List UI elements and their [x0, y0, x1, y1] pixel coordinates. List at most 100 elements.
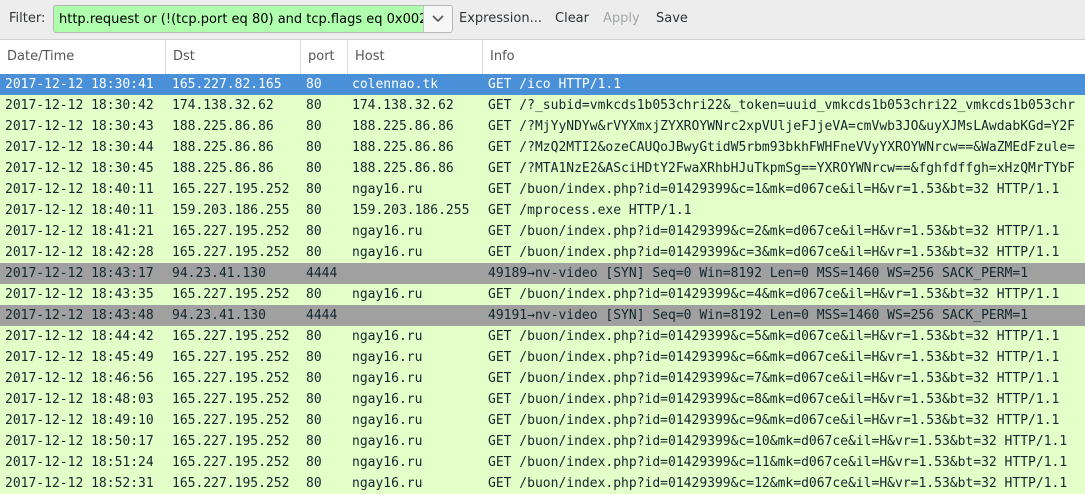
- column-header-info[interactable]: Info: [483, 40, 1085, 74]
- filter-history-dropdown[interactable]: [423, 6, 452, 32]
- cell-dst: 165.227.195.252: [172, 476, 290, 491]
- cell-dst: 165.227.82.165: [172, 77, 282, 92]
- cell-info: GET /?MjYyNDYw&rVYXmxjZYXROYWNrc2xpVUlje…: [488, 119, 1075, 134]
- cell-dst: 94.23.41.130: [172, 266, 266, 281]
- cell-info: 49189→nv-video [SYN] Seq=0 Win=8192 Len=…: [488, 266, 1029, 281]
- cell-dst: 165.227.195.252: [172, 371, 290, 386]
- cell-info: GET /buon/index.php?id=01429399&c=5&mk=d…: [488, 329, 1060, 344]
- cell-port: 80: [306, 161, 322, 176]
- packet-row[interactable]: 2017-12-12 18:40:11 165.227.195.252 80 ngay…: [0, 179, 1085, 200]
- cell-info: GET /buon/index.php?id=01429399&c=7&mk=d…: [488, 371, 1060, 386]
- packet-row[interactable]: 2017-12-12 18:49:10 165.227.195.252 80 ngay…: [0, 410, 1085, 431]
- cell-datetime: 2017-12-12 18:30:42: [5, 98, 154, 113]
- cell-host: ngay16.ru: [352, 182, 423, 197]
- packet-row[interactable]: 2017-12-12 18:41:21 165.227.195.252 80 ngay…: [0, 221, 1085, 242]
- packet-row[interactable]: 2017-12-12 18:30:44 188.225.86.86 80 188.22…: [0, 137, 1085, 158]
- packet-row[interactable]: 2017-12-12 18:30:43 188.225.86.86 80 188.22…: [0, 116, 1085, 137]
- cell-port: 80: [306, 224, 322, 239]
- packet-row[interactable]: 2017-12-12 18:43:48 94.23.41.130 4444 49191…: [0, 305, 1085, 326]
- cell-datetime: 2017-12-12 18:30:44: [5, 140, 154, 155]
- cell-datetime: 2017-12-12 18:41:21: [5, 224, 154, 239]
- cell-port: 80: [306, 455, 322, 470]
- packet-row[interactable]: 2017-12-12 18:30:42 174.138.32.62 80 174.13…: [0, 95, 1085, 116]
- clear-button[interactable]: Clear: [555, 11, 589, 26]
- column-header-dst[interactable]: Dst: [166, 40, 301, 74]
- cell-datetime: 2017-12-12 18:44:42: [5, 329, 154, 344]
- cell-datetime: 2017-12-12 18:43:17: [5, 266, 154, 281]
- cell-info: GET /buon/index.php?id=01429399&c=2&mk=d…: [488, 224, 1060, 239]
- cell-host: ngay16.ru: [352, 434, 423, 449]
- packet-row[interactable]: 2017-12-12 18:46:56 165.227.195.252 80 ngay…: [0, 368, 1085, 389]
- cell-host: ngay16.ru: [352, 224, 423, 239]
- cell-datetime: 2017-12-12 18:50:17: [5, 434, 154, 449]
- cell-datetime: 2017-12-12 18:48:03: [5, 392, 154, 407]
- packet-row[interactable]: 2017-12-12 18:43:35 165.227.195.252 80 ngay…: [0, 284, 1085, 305]
- cell-info: GET /ico HTTP/1.1: [488, 77, 622, 92]
- cell-port: 4444: [306, 308, 338, 323]
- packet-row[interactable]: 2017-12-12 18:51:24 165.227.195.252 80 ngay…: [0, 452, 1085, 473]
- cell-host: ngay16.ru: [352, 245, 423, 260]
- cell-info: GET /buon/index.php?id=01429399&c=10&mk=…: [488, 434, 1068, 449]
- cell-host: 188.225.86.86: [352, 119, 454, 134]
- cell-datetime: 2017-12-12 18:51:24: [5, 455, 154, 470]
- column-header-port[interactable]: port: [301, 40, 348, 74]
- cell-host: ngay16.ru: [352, 413, 423, 428]
- cell-info: GET /buon/index.php?id=01429399&c=1&mk=d…: [488, 182, 1060, 197]
- packet-row[interactable]: 2017-12-12 18:52:31 165.227.195.252 80 ngay…: [0, 473, 1085, 494]
- save-button[interactable]: Save: [656, 11, 688, 26]
- packet-row[interactable]: 2017-12-12 18:45:49 165.227.195.252 80 ngay…: [0, 347, 1085, 368]
- cell-host: ngay16.ru: [352, 329, 423, 344]
- cell-host: ngay16.ru: [352, 371, 423, 386]
- packet-row[interactable]: 2017-12-12 18:44:42 165.227.195.252 80 ngay…: [0, 326, 1085, 347]
- cell-host: 188.225.86.86: [352, 161, 454, 176]
- cell-info: GET /?MzQ2MTI2&ozeCAUQoJBwyGtidW5rbm93bk…: [488, 140, 1075, 155]
- cell-datetime: 2017-12-12 18:30:45: [5, 161, 154, 176]
- cell-port: 80: [306, 392, 322, 407]
- cell-port: 80: [306, 476, 322, 491]
- cell-info: GET /buon/index.php?id=01429399&c=3&mk=d…: [488, 245, 1060, 260]
- cell-datetime: 2017-12-12 18:30:43: [5, 119, 154, 134]
- cell-info: GET /buon/index.php?id=01429399&c=4&mk=d…: [488, 287, 1060, 302]
- apply-button[interactable]: Apply: [603, 11, 640, 26]
- cell-host: 159.203.186.255: [352, 203, 470, 218]
- cell-dst: 165.227.195.252: [172, 392, 290, 407]
- display-filter-input[interactable]: http.request or (!(tcp.port eq 80) and t…: [53, 5, 453, 33]
- cell-dst: 165.227.195.252: [172, 182, 290, 197]
- cell-port: 80: [306, 119, 322, 134]
- cell-datetime: 2017-12-12 18:40:11: [5, 182, 154, 197]
- cell-dst: 165.227.195.252: [172, 350, 290, 365]
- cell-host: ngay16.ru: [352, 455, 423, 470]
- packet-row[interactable]: 2017-12-12 18:30:45 188.225.86.86 80 188.22…: [0, 158, 1085, 179]
- cell-info: GET /?_subid=vmkcds1b053chri22&_token=uu…: [488, 98, 1075, 113]
- cell-datetime: 2017-12-12 18:43:48: [5, 308, 154, 323]
- cell-port: 80: [306, 329, 322, 344]
- packet-list-header: Date/Time Dst port Host Info: [0, 40, 1085, 75]
- packet-list: 2017-12-12 18:30:41 165.227.82.165 80 colen…: [0, 74, 1085, 494]
- cell-info: GET /buon/index.php?id=01429399&c=11&mk=…: [488, 455, 1068, 470]
- cell-datetime: 2017-12-12 18:30:41: [5, 77, 154, 92]
- cell-dst: 165.227.195.252: [172, 224, 290, 239]
- expression-button[interactable]: Expression...: [459, 11, 542, 26]
- cell-host: 174.138.32.62: [352, 98, 454, 113]
- cell-dst: 165.227.195.252: [172, 287, 290, 302]
- filter-text[interactable]: http.request or (!(tcp.port eq 80) and t…: [59, 12, 425, 27]
- cell-dst: 159.203.186.255: [172, 203, 290, 218]
- column-header-datetime[interactable]: Date/Time: [0, 40, 166, 74]
- packet-row[interactable]: 2017-12-12 18:42:28 165.227.195.252 80 ngay…: [0, 242, 1085, 263]
- chevron-down-icon: [432, 15, 444, 23]
- filter-label: Filter:: [9, 11, 46, 26]
- packet-row[interactable]: 2017-12-12 18:43:17 94.23.41.130 4444 49189…: [0, 263, 1085, 284]
- cell-dst: 188.225.86.86: [172, 140, 274, 155]
- cell-datetime: 2017-12-12 18:43:35: [5, 287, 154, 302]
- cell-info: GET /mprocess.exe HTTP/1.1: [488, 203, 692, 218]
- cell-dst: 165.227.195.252: [172, 245, 290, 260]
- packet-row[interactable]: 2017-12-12 18:50:17 165.227.195.252 80 ngay…: [0, 431, 1085, 452]
- packet-row[interactable]: 2017-12-12 18:48:03 165.227.195.252 80 ngay…: [0, 389, 1085, 410]
- packet-row[interactable]: 2017-12-12 18:30:41 165.227.82.165 80 colen…: [0, 74, 1085, 95]
- packet-row[interactable]: 2017-12-12 18:40:11 159.203.186.255 80 159.…: [0, 200, 1085, 221]
- cell-datetime: 2017-12-12 18:52:31: [5, 476, 154, 491]
- cell-dst: 165.227.195.252: [172, 455, 290, 470]
- cell-port: 80: [306, 371, 322, 386]
- column-header-host[interactable]: Host: [348, 40, 483, 74]
- cell-info: GET /buon/index.php?id=01429399&c=9&mk=d…: [488, 413, 1060, 428]
